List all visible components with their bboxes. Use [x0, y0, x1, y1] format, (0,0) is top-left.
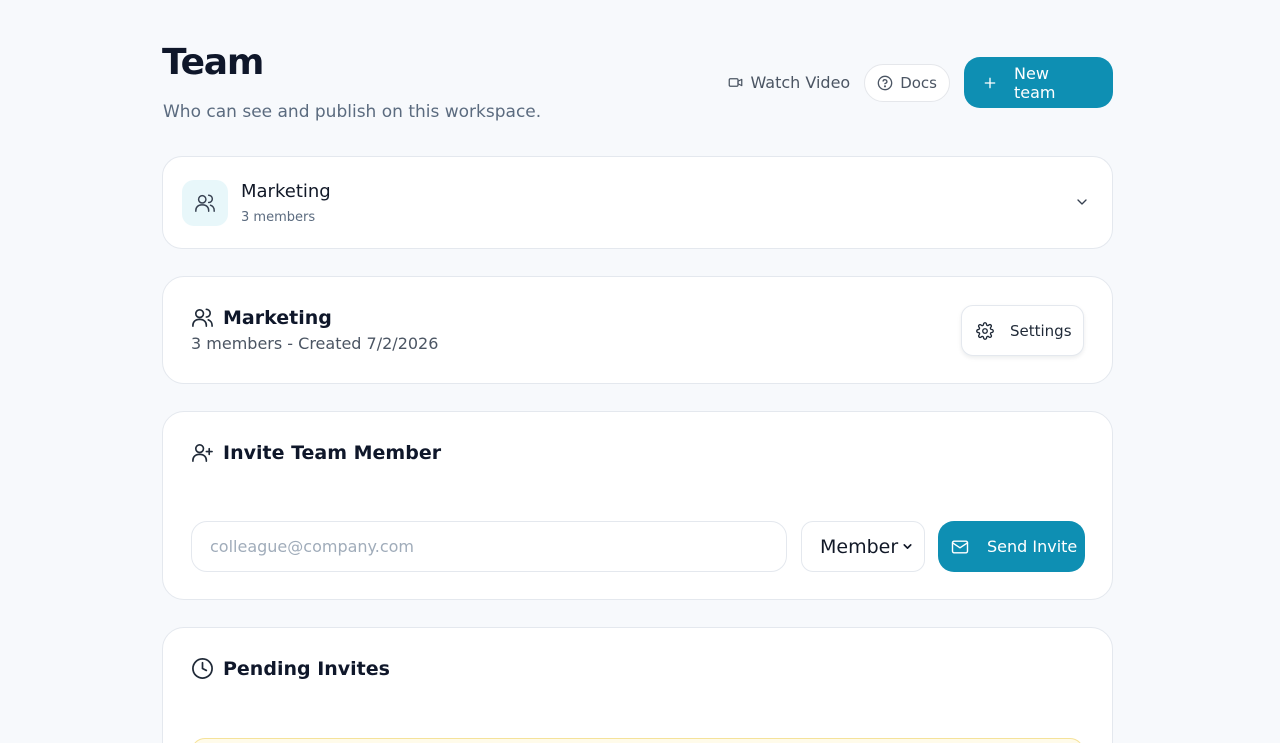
users-icon: [191, 306, 214, 329]
team-avatar: [182, 180, 228, 226]
pending-invites-card: Pending Invites: [162, 627, 1113, 743]
watch-video-link[interactable]: Watch Video: [728, 73, 850, 92]
role-select[interactable]: Member: [801, 521, 925, 572]
users-icon: [194, 192, 216, 214]
pending-title: Pending Invites: [223, 657, 390, 680]
invite-title: Invite Team Member: [223, 441, 442, 464]
docs-button[interactable]: Docs: [864, 63, 950, 102]
page-title: Team: [162, 42, 264, 83]
page-subtitle: Who can see and publish on this workspac…: [163, 102, 542, 122]
email-field[interactable]: [191, 521, 787, 572]
team-info-header: Marketing: [191, 306, 332, 329]
mail-icon: [950, 537, 970, 557]
pending-header: Pending Invites: [191, 657, 390, 680]
header-actions: Watch Video Docs New team: [728, 57, 1113, 108]
invite-header: Invite Team Member: [191, 441, 441, 464]
role-select-value: Member: [820, 535, 899, 558]
team-page: Team Who can see and publish on this wor…: [0, 0, 1280, 743]
team-selector-count: 3 members: [241, 210, 316, 225]
chevron-down-icon: [901, 540, 914, 553]
clock-icon: [191, 657, 214, 680]
send-invite-button[interactable]: Send Invite: [938, 521, 1085, 572]
invite-card: Invite Team Member Member Send Invite: [162, 411, 1113, 600]
team-meta: 3 members - Created 7/2/2026: [191, 334, 439, 353]
docs-label: Docs: [900, 73, 937, 92]
user-plus-icon: [191, 441, 214, 464]
settings-label: Settings: [1010, 321, 1072, 340]
pending-invite-row: [191, 738, 1084, 743]
send-invite-label: Send Invite: [987, 537, 1078, 556]
new-team-button[interactable]: New team: [964, 57, 1113, 108]
video-icon: [728, 75, 743, 90]
help-circle-icon: [877, 75, 893, 91]
gear-icon: [976, 321, 994, 340]
settings-button[interactable]: Settings: [961, 305, 1084, 356]
chevron-down-icon[interactable]: [1074, 194, 1090, 210]
new-team-label: New team: [1014, 63, 1056, 102]
plus-icon: [982, 75, 998, 91]
team-name: Marketing: [223, 306, 332, 329]
watch-video-label: Watch Video: [750, 73, 851, 92]
team-info-card: Marketing 3 members - Created 7/2/2026 S…: [162, 276, 1113, 384]
team-selector-name: Marketing: [241, 181, 331, 202]
team-selector[interactable]: Marketing 3 members: [162, 156, 1113, 249]
